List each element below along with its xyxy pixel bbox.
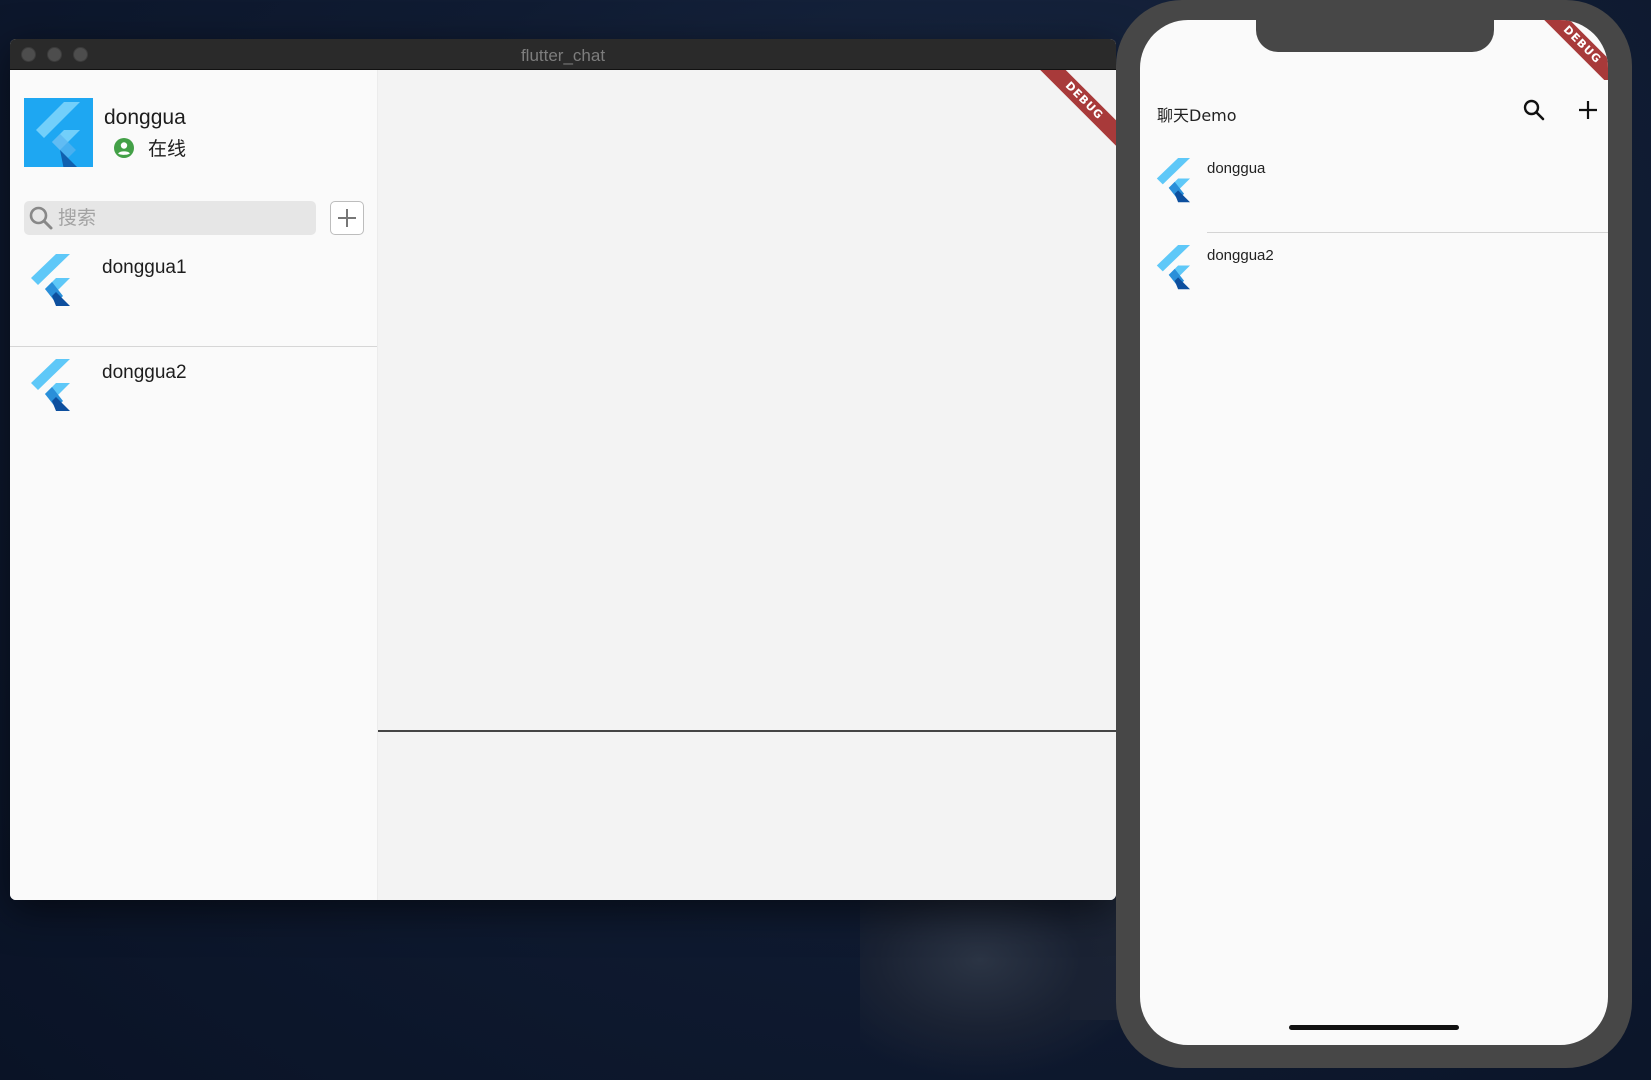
list-item[interactable]: donggua2 xyxy=(1140,233,1608,320)
contact-name: donggua2 xyxy=(1207,247,1274,264)
online-status: 在线 xyxy=(114,134,186,161)
plus-icon xyxy=(1579,101,1597,119)
app-bar: 聊天Demo xyxy=(1140,80,1608,138)
list-item[interactable]: donggua xyxy=(1140,146,1608,233)
phone-simulator: DEBUG 聊天Demo donggua donggua2 xyxy=(1116,0,1632,1068)
flutter-logo-icon xyxy=(36,102,80,167)
contact-name: donggua2 xyxy=(102,362,187,383)
list-item[interactable]: donggua1 xyxy=(10,242,377,346)
chat-input-divider xyxy=(378,730,1116,732)
profile-header[interactable]: donggua 在线 xyxy=(24,98,186,167)
add-button[interactable] xyxy=(1576,98,1600,127)
wallpaper-coast xyxy=(860,880,1160,1080)
status-text: 在线 xyxy=(148,139,187,160)
search-row xyxy=(24,201,364,235)
contact-list: donggua donggua2 xyxy=(1140,146,1608,320)
contact-name: donggua xyxy=(1207,160,1266,177)
window-titlebar[interactable]: flutter_chat xyxy=(10,39,1116,70)
window-title: flutter_chat xyxy=(520,46,606,65)
home-indicator[interactable] xyxy=(1289,1025,1459,1030)
profile-info: donggua 在线 xyxy=(104,98,186,167)
search-icon xyxy=(1523,99,1545,121)
search-box[interactable] xyxy=(24,201,316,235)
avatar[interactable] xyxy=(24,98,93,167)
flutter-logo-icon xyxy=(1156,158,1191,203)
window-body: donggua 在线 搜索 donggua1 donggua2 DEBUG xyxy=(10,70,1116,900)
phone-notch xyxy=(1256,20,1494,52)
add-contact-button[interactable] xyxy=(330,201,364,235)
phone-screen: DEBUG 聊天Demo donggua donggua2 xyxy=(1140,20,1608,1045)
search-button[interactable] xyxy=(1522,98,1546,127)
contact-name: donggua1 xyxy=(102,257,187,278)
desktop-app-window: flutter_chat donggua 在线 搜索 donggua1 dong… xyxy=(10,39,1116,900)
list-item[interactable]: donggua2 xyxy=(10,346,377,450)
account-circle-icon xyxy=(114,137,134,158)
flutter-logo-icon xyxy=(31,359,70,411)
page-title: 聊天Demo xyxy=(1157,106,1237,125)
profile-name: donggua xyxy=(104,106,186,129)
plus-icon xyxy=(338,209,356,227)
flutter-logo-icon xyxy=(31,254,70,306)
search-icon xyxy=(28,205,54,231)
debug-banner: DEBUG xyxy=(1035,70,1116,150)
contact-list: donggua1 donggua2 xyxy=(10,242,377,450)
sidebar: donggua 在线 搜索 donggua1 donggua2 xyxy=(10,70,378,900)
chat-area: DEBUG xyxy=(378,70,1116,900)
search-input[interactable] xyxy=(58,207,308,229)
flutter-logo-icon xyxy=(1156,245,1191,290)
